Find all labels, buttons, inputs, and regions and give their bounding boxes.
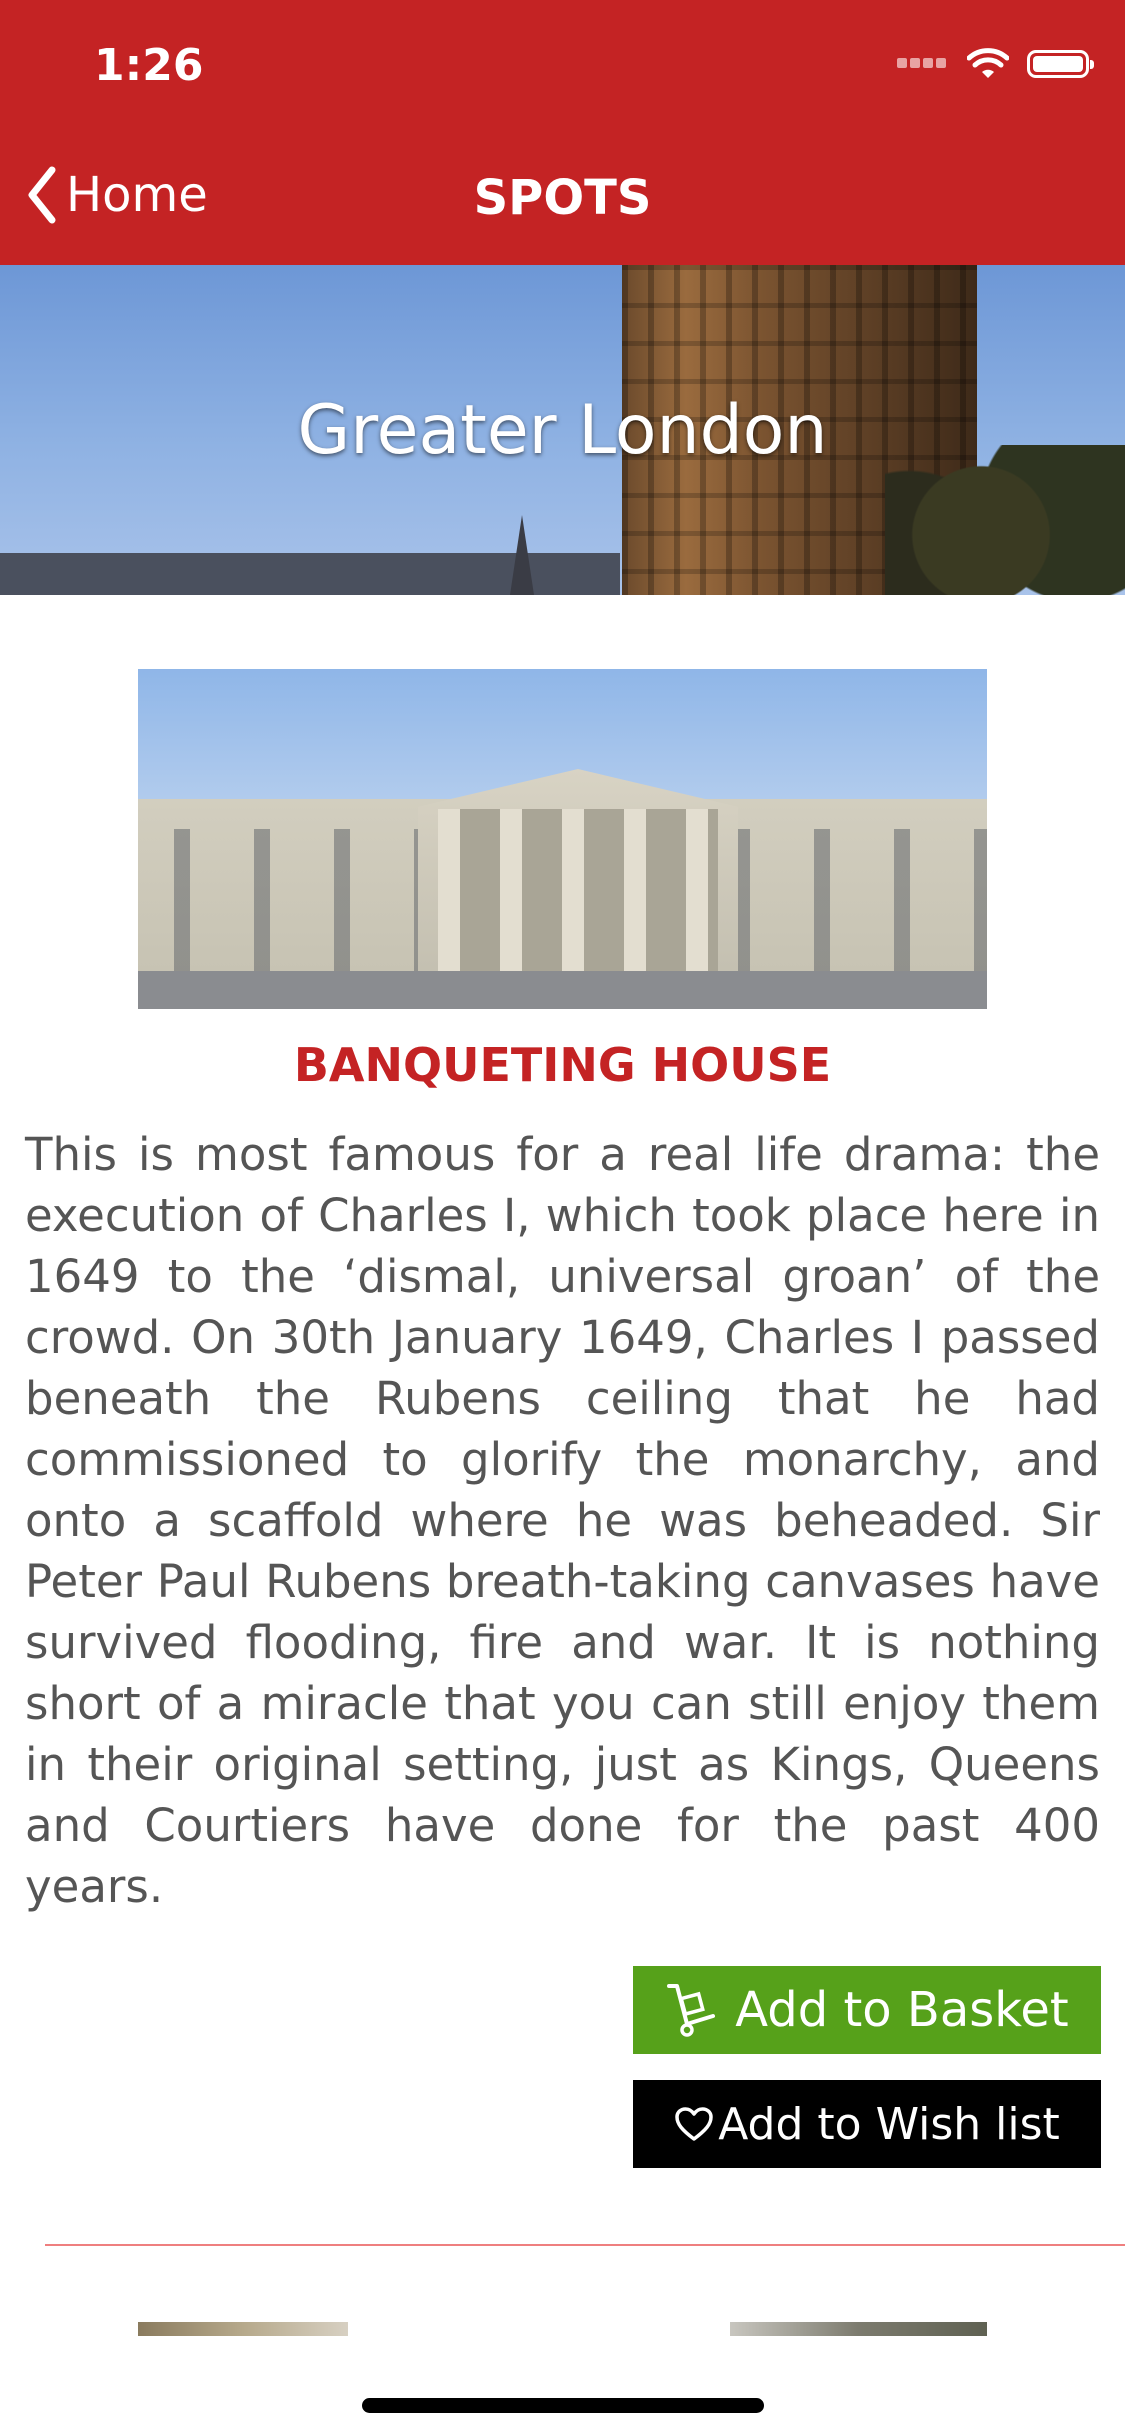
add-to-basket-label: Add to Basket <box>735 1982 1069 2038</box>
battery-icon <box>1027 50 1094 78</box>
heart-outline-icon <box>674 2106 714 2142</box>
page-title: SPOTS <box>473 170 652 226</box>
add-to-wishlist-button[interactable]: Add to Wish list <box>633 2080 1101 2168</box>
region-title: Greater London <box>297 391 828 470</box>
home-indicator[interactable] <box>362 2398 764 2413</box>
cellular-signal-icon <box>897 55 949 73</box>
next-spot-image <box>138 2322 348 2336</box>
status-time: 1:26 <box>94 40 204 91</box>
add-to-wishlist-label: Add to Wish list <box>718 2098 1060 2150</box>
add-to-basket-button[interactable]: Add to Basket <box>633 1966 1101 2054</box>
spot-image-portico <box>418 769 738 979</box>
navigation-bar: 1:26 Home SPOTS <box>0 0 1125 265</box>
spot-image <box>138 669 987 1009</box>
next-spot-image <box>730 2322 987 2336</box>
region-banner: Greater London <box>0 265 1125 595</box>
hand-truck-icon <box>665 1982 717 2038</box>
status-icons <box>897 48 1094 80</box>
spot-title: BANQUETING HOUSE <box>293 1038 832 1092</box>
wifi-icon <box>967 48 1009 78</box>
spot-image-ground <box>138 971 987 1009</box>
spot-description: This is most famous for a real life dram… <box>25 1128 1100 1913</box>
section-divider <box>45 2244 1125 2246</box>
